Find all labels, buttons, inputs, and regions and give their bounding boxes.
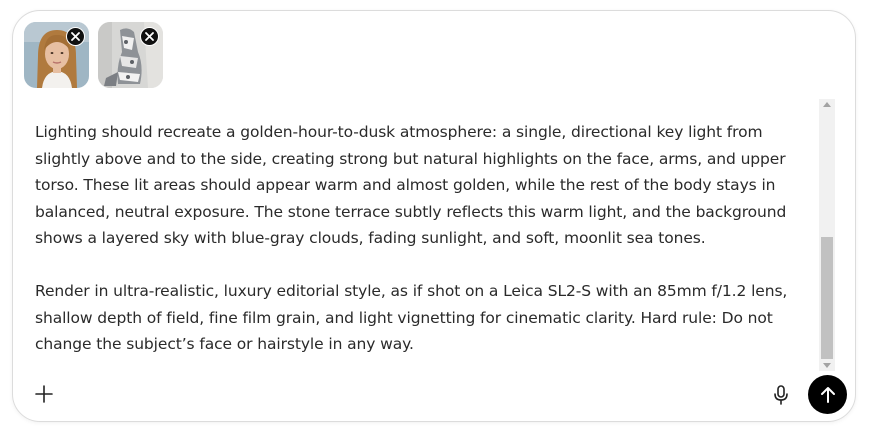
attachment-thumbnail-portrait[interactable]	[24, 22, 89, 88]
plus-icon	[35, 385, 53, 403]
remove-attachment-button[interactable]	[140, 27, 159, 46]
prompt-scrollbar[interactable]	[819, 99, 835, 371]
attachment-thumbnail-mannequin[interactable]	[98, 22, 163, 88]
close-icon	[145, 32, 154, 41]
arrow-up-icon	[820, 386, 835, 403]
close-icon	[71, 32, 80, 41]
scroll-up-arrow[interactable]	[823, 102, 831, 107]
prompt-composer: Lighting should recreate a golden-hour-t…	[12, 10, 856, 422]
prompt-paragraph: Render in ultra-realistic, luxury editor…	[35, 282, 788, 353]
voice-input-button[interactable]	[769, 382, 793, 408]
add-attachment-button[interactable]	[31, 381, 57, 407]
microphone-icon	[774, 385, 788, 405]
remove-attachment-button[interactable]	[66, 27, 85, 46]
prompt-paragraph: Lighting should recreate a golden-hour-t…	[35, 123, 787, 247]
scrollbar-thumb[interactable]	[821, 237, 833, 359]
scroll-down-arrow[interactable]	[823, 363, 831, 368]
send-button[interactable]	[808, 375, 847, 414]
prompt-input[interactable]: Lighting should recreate a golden-hour-t…	[35, 119, 795, 358]
